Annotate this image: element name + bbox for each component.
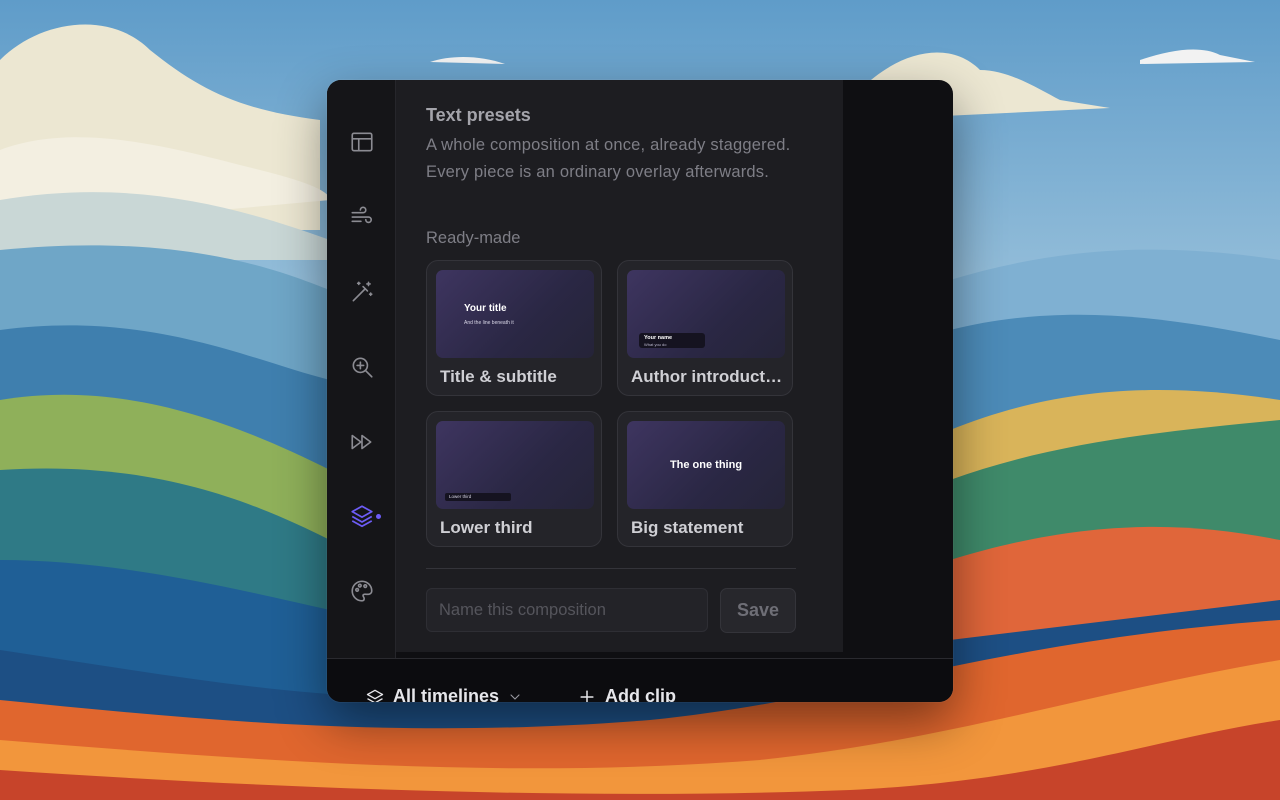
sidebar-item-speed[interactable] [337,422,387,462]
sidebar [327,80,396,658]
thumb-lower-third-bar: Lower third [445,493,511,501]
preset-card-title-subtitle[interactable]: Your title And the line beneath it Title… [426,260,602,396]
all-timelines-label: All timelines [393,686,500,702]
preset-label: Title & subtitle [440,367,557,386]
thumb-statement: The one thing [669,459,743,471]
sidebar-item-zoom[interactable] [337,347,387,387]
sidebar-item-motion[interactable] [337,197,387,237]
preset-thumbnail: Lower third [436,421,594,509]
panel-description: A whole composition at once, already sta… [426,136,791,181]
layers-icon [351,505,373,528]
magic-wand-icon [352,281,373,302]
preset-card-big-statement[interactable]: The one thing Big statement [617,411,793,547]
fast-forward-icon [351,434,372,450]
composition-name-input[interactable] [426,588,708,632]
plus-icon [580,689,594,702]
preset-thumbnail: Your name What you do [627,270,785,358]
thumb-lower-third-text: Lower third [449,494,472,499]
text-presets-panel: Text presets A whole composition at once… [396,80,843,652]
add-clip-button[interactable]: Add clip [577,686,676,702]
preset-label: Author introduction [631,367,783,386]
zoom-in-icon [352,357,373,378]
sidebar-item-colors[interactable] [337,571,387,611]
preset-card-lower-third[interactable]: Lower third Lower third [426,411,602,547]
chevron-down-icon [510,693,520,700]
preset-label: Lower third [440,518,533,537]
panel-title: Text presets [426,105,531,125]
thumb-title: Your title [464,303,507,314]
thumb-name-box: Your name What you do [639,333,705,348]
bottom-bar: All timelines Add clip [327,658,953,702]
all-timelines-dropdown[interactable]: All timelines [365,686,523,702]
preset-thumbnail: Your title And the line beneath it [436,270,594,358]
preset-thumbnail: The one thing [627,421,785,509]
add-clip-label: Add clip [605,686,676,702]
palette-icon [351,580,373,602]
layout-icon [351,132,373,152]
thumb-name: Your name [644,335,673,341]
save-button[interactable]: Save [720,588,796,633]
preset-label: Big statement [631,518,744,537]
active-indicator [376,514,381,519]
divider [426,568,796,569]
thumb-role: What you do [644,342,667,347]
thumb-subtitle: And the line beneath it [464,320,514,326]
sidebar-item-layout[interactable] [337,122,387,162]
preset-card-author-introduction[interactable]: Your name What you do Author introductio… [617,260,793,396]
wind-icon [351,206,372,224]
app-window: Text presets A whole composition at once… [327,80,953,702]
layers-icon [366,689,384,702]
sidebar-item-effects[interactable] [337,272,387,312]
section-label: Ready-made [426,229,521,247]
